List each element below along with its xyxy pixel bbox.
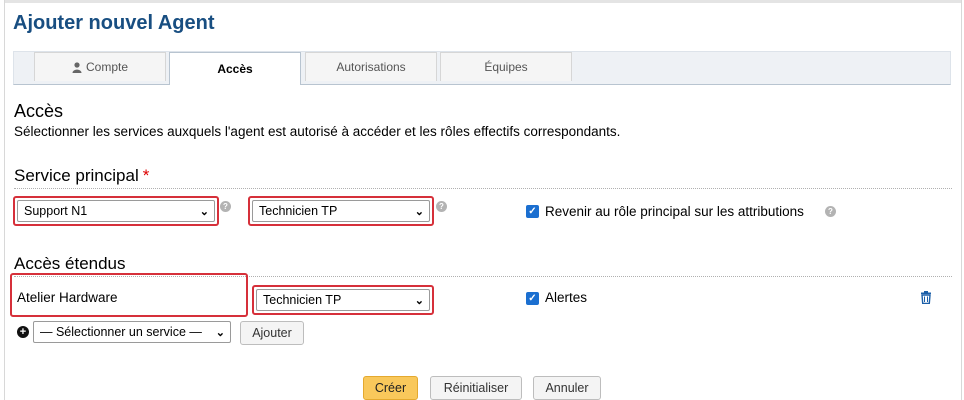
add-service-button[interactable]: Ajouter [240, 321, 304, 345]
tab-bar: Compte Accès Autorisations Équipes [13, 51, 951, 85]
user-icon [72, 61, 82, 73]
trash-icon[interactable] [920, 291, 932, 304]
help-icon[interactable]: ? [825, 206, 836, 217]
tab-label: Autorisations [336, 60, 406, 74]
help-icon[interactable]: ? [436, 201, 447, 212]
tab-label: Compte [85, 60, 129, 74]
extended-role-select[interactable]: Technicien TP ⌄ [256, 289, 430, 311]
chevron-down-icon: ⌄ [414, 206, 424, 218]
access-description: Sélectionner les services auxquels l'age… [14, 124, 621, 139]
alerts-label: Alertes [545, 290, 588, 305]
extended-access-heading: Accès étendus [14, 254, 126, 273]
page-title: Ajouter nouvel Agent [13, 12, 215, 34]
add-service-select[interactable]: — Sélectionner un service — ⌄ [33, 321, 231, 343]
primary-role-select[interactable]: Technicien TP ⌄ [252, 200, 430, 222]
primary-service-heading: Service principal * [14, 166, 149, 186]
select-value: Technicien TP [259, 204, 338, 218]
chevron-down-icon: ⌄ [215, 327, 225, 339]
create-button[interactable]: Créer [363, 376, 418, 400]
help-icon[interactable]: ? [220, 201, 231, 212]
required-mark: * [142, 166, 150, 185]
tab-acces[interactable]: Accès [169, 52, 301, 85]
primary-service-label: Service principal [14, 166, 139, 185]
section-divider [14, 188, 952, 189]
tab-compte[interactable]: Compte [34, 52, 166, 81]
reset-button[interactable]: Réinitialiser [430, 376, 522, 400]
select-value: Technicien TP [263, 293, 342, 307]
tab-label: Équipes [484, 60, 528, 74]
chevron-down-icon: ⌄ [199, 206, 209, 218]
extended-service-name: Atelier Hardware [17, 290, 118, 305]
plus-circle-icon: + [17, 326, 29, 338]
alerts-checkbox[interactable]: ✓ [526, 292, 539, 305]
primary-service-select[interactable]: Support N1 ⌄ [17, 200, 215, 222]
tab-autorisations[interactable]: Autorisations [305, 52, 437, 81]
tab-equipes[interactable]: Équipes [440, 52, 572, 81]
chevron-down-icon: ⌄ [414, 295, 424, 307]
tab-label: Accès [217, 62, 253, 76]
select-value: Support N1 [24, 204, 88, 218]
access-heading: Accès [14, 101, 64, 121]
revert-role-label: Revenir au rôle principal sur les attrib… [545, 204, 804, 219]
select-value: — Sélectionner un service — [40, 325, 202, 339]
cancel-button[interactable]: Annuler [533, 376, 601, 400]
revert-role-checkbox[interactable]: ✓ [526, 205, 539, 218]
